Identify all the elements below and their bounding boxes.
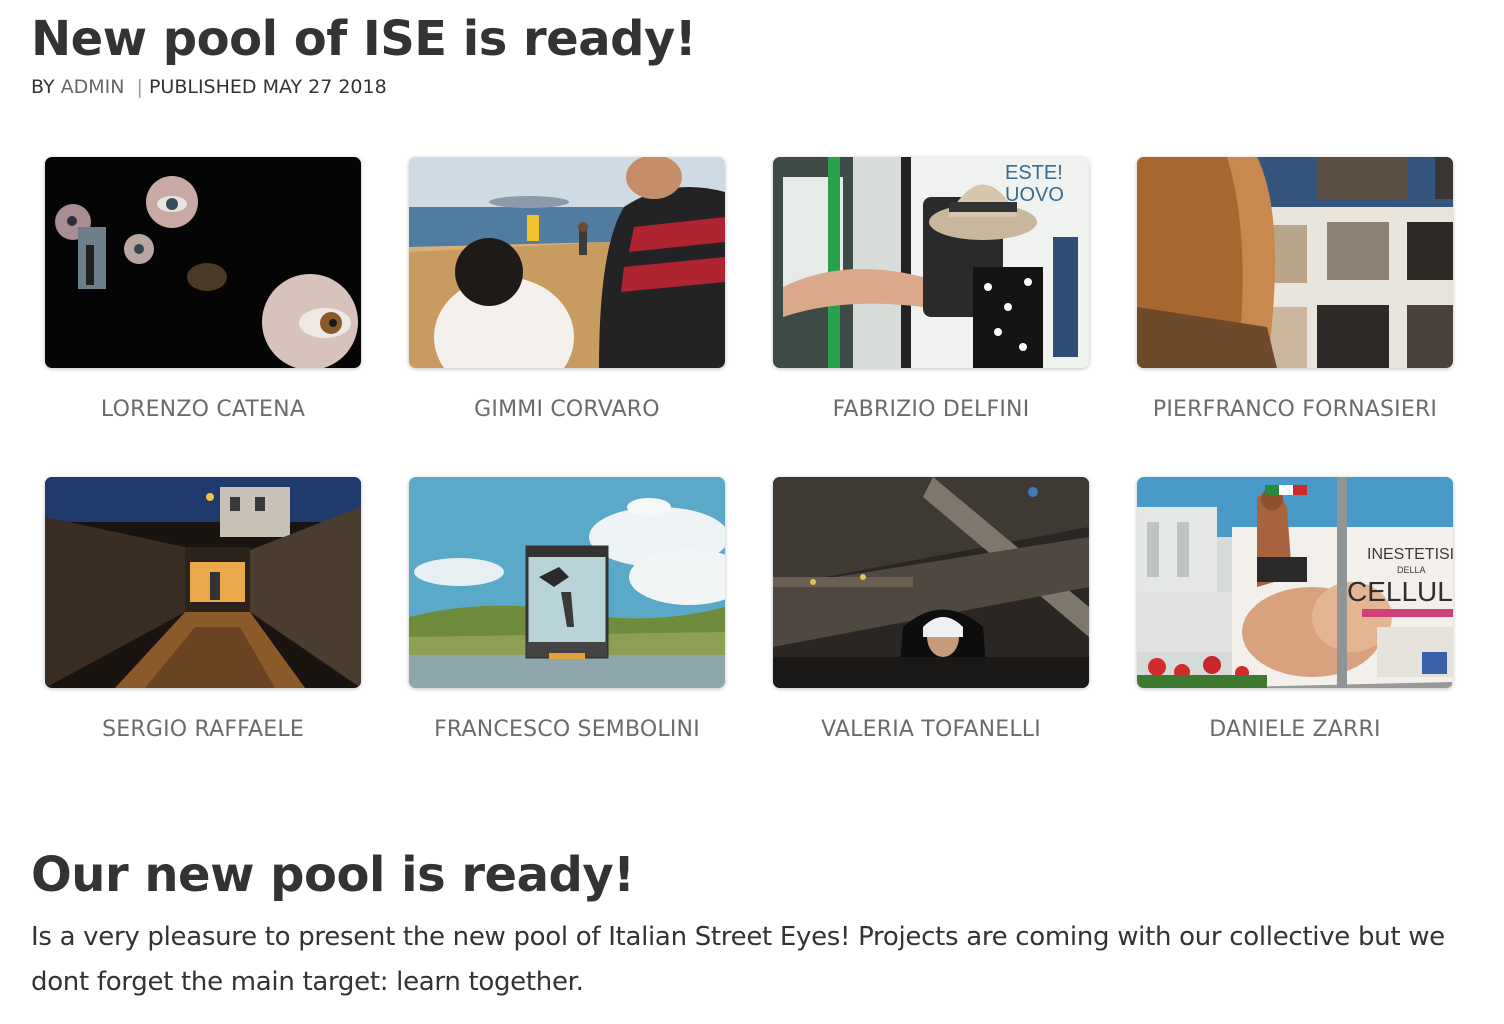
gallery-thumbnail[interactable]: INESTETISI DELLA CELLUL — [1137, 477, 1453, 688]
gallery-item[interactable]: PIERFRANCO FORNASIERI — [1137, 157, 1453, 477]
mirror-sign-line1: ESTE! — [1005, 162, 1063, 184]
gallery-thumbnail[interactable] — [45, 477, 361, 688]
photographer-name[interactable]: FRANCESCO SEMBOLINI — [389, 717, 745, 742]
post-meta: BY ADMIN | PUBLISHED MAY 27 2018 — [31, 76, 387, 98]
gallery-thumbnail[interactable]: ESTE! UOVO — [773, 157, 1089, 368]
gallery-thumbnail[interactable] — [409, 157, 725, 368]
gallery-item[interactable]: GIMMI CORVARO — [409, 157, 725, 477]
author-link[interactable]: ADMIN — [61, 76, 125, 98]
photographer-name[interactable]: DANIELE ZARRI — [1117, 717, 1473, 742]
photographer-gallery: LORENZO CATENA GIMMI CORVARO ESTE! UOVO … — [45, 157, 1453, 797]
eyes-on-black-image — [45, 157, 361, 368]
night-stairway-image — [45, 477, 361, 688]
gallery-item[interactable]: VALERIA TOFANELLI — [773, 477, 1089, 797]
photographer-name[interactable]: VALERIA TOFANELLI — [753, 717, 1109, 742]
photographer-name[interactable]: SERGIO RAFFAELE — [25, 717, 381, 742]
photographer-name[interactable]: FABRIZIO DELFINI — [753, 397, 1109, 422]
gallery-thumbnail[interactable] — [409, 477, 725, 688]
truck-in-landscape-image — [409, 477, 725, 688]
man-and-billboard-image: INESTETISI DELLA CELLUL — [1137, 477, 1453, 688]
woman-at-exhibition-image — [1137, 157, 1453, 368]
section-body: Is a very pleasure to present the new po… — [31, 922, 1445, 997]
boy-on-beach-image — [409, 157, 725, 368]
billboard-line2: DELLA — [1397, 565, 1426, 575]
gallery-thumbnail[interactable] — [1137, 157, 1453, 368]
gallery-item[interactable]: LORENZO CATENA — [45, 157, 361, 477]
meta-separator: | — [136, 76, 143, 98]
by-prefix: BY — [31, 76, 55, 98]
photographer-name[interactable]: LORENZO CATENA — [25, 397, 381, 422]
gallery-thumbnail[interactable] — [45, 157, 361, 368]
published-date: PUBLISHED MAY 27 2018 — [148, 76, 387, 98]
hat-in-mirror-image: ESTE! UOVO — [773, 157, 1089, 368]
billboard-line1: INESTETISI — [1367, 546, 1453, 563]
photographer-name[interactable]: GIMMI CORVARO — [389, 397, 745, 422]
photographer-name[interactable]: PIERFRANCO FORNASIERI — [1117, 397, 1473, 422]
gallery-thumbnail[interactable] — [773, 477, 1089, 688]
gallery-item[interactable]: ESTE! UOVO FABRIZIO DELFINI — [773, 157, 1089, 477]
billboard-line3: CELLUL — [1347, 576, 1453, 607]
post-title: New pool of ISE is ready! — [31, 11, 697, 67]
gallery-item[interactable]: FRANCESCO SEMBOLINI — [409, 477, 725, 797]
section-title: Our new pool is ready! — [31, 847, 635, 903]
nun-on-escalator-image — [773, 477, 1089, 688]
gallery-item[interactable]: SERGIO RAFFAELE — [45, 477, 361, 797]
gallery-item[interactable]: INESTETISI DELLA CELLUL DANIELE ZARRI — [1137, 477, 1453, 797]
